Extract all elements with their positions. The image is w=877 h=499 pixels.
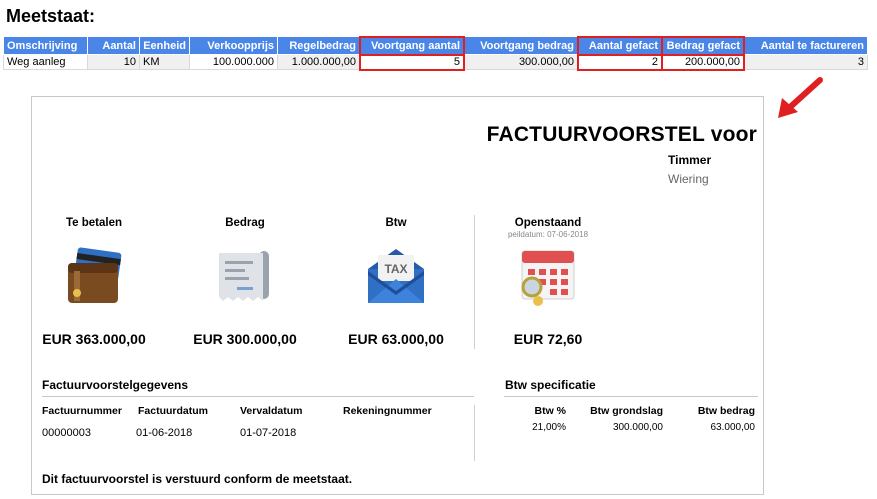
details-divider <box>474 405 475 461</box>
column-header[interactable]: Bedrag gefact <box>660 35 745 56</box>
invoice-date-label: Factuurdatum <box>138 405 209 417</box>
summary-amount: EUR 72,60 <box>513 331 583 347</box>
page-heading: Meetstaat: <box>6 6 96 26</box>
invoice-title: FACTUURVOORSTEL voor <box>486 123 757 146</box>
company-name: Timmer <box>668 153 712 167</box>
table-header-row: Omschrijving Aantal Eenheid Verkoopprijs… <box>3 35 868 56</box>
section-divider <box>504 396 758 397</box>
table-row: Weg aanleg 10 KM 100.000.000 1.000.000,0… <box>3 53 868 71</box>
red-arrow-icon <box>778 77 823 118</box>
receipt-icon <box>219 251 269 301</box>
invoice-card: FACTUURVOORSTEL voor Timmer Wiering Te b… <box>31 96 764 495</box>
column-header[interactable]: Aantal <box>87 36 140 55</box>
account-number-label: Rekeningnummer <box>343 405 432 417</box>
summary-amount: EUR 63.000,00 <box>348 331 444 347</box>
vat-spec-heading: Btw specificatie <box>505 378 596 392</box>
vat-percent-value: 21,00% <box>532 422 566 433</box>
table-cell[interactable]: Weg aanleg <box>3 54 88 70</box>
due-date-value: 01-07-2018 <box>240 427 297 439</box>
section-divider <box>42 396 474 397</box>
vat-amount-label: Btw bedrag <box>697 405 755 417</box>
measurement-table: Omschrijving Aantal Eenheid Verkoopprijs… <box>3 35 868 71</box>
table-cell[interactable]: 1.000.000,00 <box>277 54 360 70</box>
column-header[interactable]: Omschrijving <box>3 36 88 55</box>
summary-amount: EUR 363.000,00 <box>42 331 146 347</box>
footer-note: Dit factuurvoorstel is verstuurd conform… <box>42 472 353 486</box>
svg-text:TAX: TAX <box>384 262 407 276</box>
table-cell[interactable]: 10 <box>87 54 140 70</box>
due-date-label: Vervaldatum <box>240 405 303 417</box>
column-header[interactable]: Verkoopprijs <box>189 36 278 55</box>
column-header[interactable]: Eenheid <box>139 36 190 55</box>
column-header[interactable]: Regelbedrag <box>277 36 360 55</box>
wallet-icon <box>68 247 122 303</box>
company-city: Wiering <box>668 172 709 186</box>
column-header[interactable]: Voortgang bedrag <box>463 36 578 55</box>
table-cell[interactable]: 300.000,00 <box>463 54 578 70</box>
column-header[interactable]: Voortgang aantal <box>358 35 465 56</box>
invoice-number-label: Factuurnummer <box>42 405 122 417</box>
invoice-details-heading: Factuurvoorstelgegevens <box>42 378 189 392</box>
table-cell[interactable]: 5 <box>358 53 465 71</box>
summary-amount-net: Bedrag EUR 300.000,00 <box>180 217 310 347</box>
summary-divider <box>474 215 475 349</box>
vat-amount-value: 63.000,00 <box>710 422 756 433</box>
summary-label: Te betalen <box>65 217 123 229</box>
column-header[interactable]: Aantal te factureren <box>743 36 868 55</box>
tax-envelope-icon: TAX <box>368 249 424 303</box>
table-cell[interactable]: KM <box>139 54 190 70</box>
table-cell[interactable]: 100.000.000 <box>189 54 278 70</box>
summary-amount: EUR 300.000,00 <box>193 331 297 347</box>
reference-date: peildatum: 07-06-2018 <box>507 230 589 239</box>
vat-base-label: Btw grondslag <box>590 405 663 417</box>
column-header[interactable]: Aantal gefact <box>576 35 663 56</box>
summary-label: Bedrag <box>225 217 265 229</box>
table-cell[interactable]: 200.000,00 <box>660 53 745 71</box>
summary-total-to-pay: Te betalen EUR 363.000,00 <box>29 217 159 347</box>
invoice-number-value: 00000003 <box>42 427 91 439</box>
summary-label: Openstaand <box>514 217 582 229</box>
calendar-icon <box>521 250 575 306</box>
summary-label: Btw <box>385 217 407 229</box>
table-cell[interactable]: 3 <box>743 54 868 70</box>
summary-vat: Btw TAX EUR 63.000,00 <box>331 217 461 347</box>
vat-percent-label: Btw % <box>534 405 567 417</box>
table-cell[interactable]: 2 <box>576 53 663 71</box>
invoice-date-value: 01-06-2018 <box>136 427 193 439</box>
vat-base-value: 300.000,00 <box>612 422 663 433</box>
summary-outstanding: Openstaand peildatum: 07-06-2018 EUR 72,… <box>483 217 613 347</box>
